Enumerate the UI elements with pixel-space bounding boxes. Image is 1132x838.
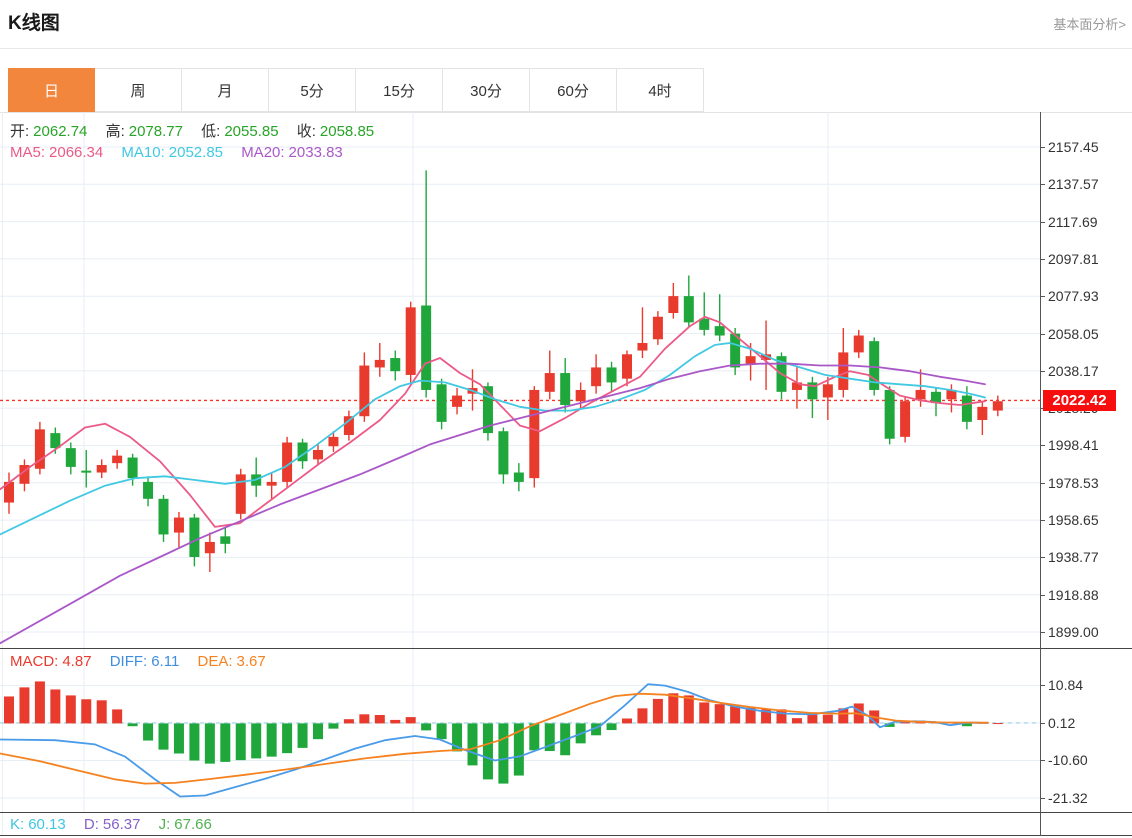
- high-value: 2078.77: [128, 123, 183, 140]
- ma5-value: 2066.34: [49, 144, 104, 161]
- macd-label: MACD:: [10, 653, 59, 670]
- period-tab-7[interactable]: 60分: [530, 68, 617, 112]
- axis-tick-label: 10.84: [1048, 677, 1084, 693]
- low-label: 低:: [201, 123, 221, 140]
- period-tab-1[interactable]: 日: [8, 68, 95, 112]
- axis-tick-label: 2077.93: [1048, 288, 1099, 304]
- ma20-value: 2033.83: [288, 144, 343, 161]
- axis-tick-label: 2097.81: [1048, 251, 1099, 267]
- page-title: K线图: [8, 13, 60, 34]
- ma-legend: MA5: 2066.34 MA10: 2052.85 MA20: 2033.83: [10, 144, 347, 161]
- axis-tick-label: 1938.77: [1048, 549, 1099, 565]
- period-tab-4[interactable]: 5分: [269, 68, 356, 112]
- dea-label: DEA:: [197, 653, 233, 670]
- kdj-legend: K: 60.13 D: 56.37 J: 67.66: [10, 816, 216, 833]
- macd-panel-top-border: [0, 648, 1132, 649]
- axis-tick-label: 2137.57: [1048, 176, 1099, 192]
- current-price-tag: 2022.42: [1043, 390, 1116, 411]
- period-tab-2[interactable]: 周: [95, 68, 182, 112]
- axis-tick-mark: [1040, 723, 1045, 724]
- y-axis-line: [1040, 112, 1041, 836]
- axis-tick-label: 1978.53: [1048, 475, 1099, 491]
- close-label: 收:: [296, 123, 316, 140]
- d-value: 56.37: [102, 816, 141, 833]
- axis-tick-label: 1958.65: [1048, 512, 1099, 528]
- kline-page: K线图 基本面分析> 日周月 5分 15分 30分 60分 4时 开: 2062.74 高:…: [0, 0, 1132, 838]
- axis-tick-label: 2157.45: [1048, 139, 1099, 155]
- d-label: D:: [83, 816, 99, 833]
- axis-tick-mark: [1040, 334, 1045, 335]
- ma10-label: MA10:: [121, 144, 165, 161]
- period-tab-5[interactable]: 15分: [356, 68, 443, 112]
- close-value: 2058.85: [319, 123, 375, 140]
- bottom-border: [0, 835, 1132, 836]
- axis-tick-mark: [1040, 259, 1045, 260]
- axis-tick-label: 2058.05: [1048, 326, 1099, 342]
- axis-tick-mark: [1040, 595, 1045, 596]
- diff-value: 6.11: [151, 653, 180, 670]
- macd-canvas[interactable]: [0, 648, 1040, 812]
- axis-tick-mark: [1040, 685, 1045, 686]
- ma20-label: MA20:: [241, 144, 285, 161]
- axis-tick-mark: [1040, 296, 1045, 297]
- header-divider: [0, 48, 1132, 49]
- axis-tick-label: 1998.41: [1048, 437, 1099, 453]
- axis-tick-mark: [1040, 798, 1045, 799]
- period-tab-8[interactable]: 4时: [617, 68, 704, 112]
- axis-tick-mark: [1040, 557, 1045, 558]
- period-tab-6[interactable]: 30分: [443, 68, 530, 112]
- macd-value: 4.87: [62, 653, 92, 670]
- high-label: 高:: [105, 123, 125, 140]
- period-tabs: 日周月 5分 15分 30分 60分 4时: [8, 68, 704, 112]
- dea-value: 3.67: [236, 653, 266, 670]
- axis-tick-mark: [1040, 760, 1045, 761]
- k-label: K:: [10, 816, 25, 833]
- open-label: 开:: [10, 123, 30, 140]
- axis-tick-mark: [1040, 632, 1045, 633]
- period-tab-3[interactable]: 月: [182, 68, 269, 112]
- axis-tick-mark: [1040, 520, 1045, 521]
- kline-canvas[interactable]: [0, 112, 1040, 648]
- axis-tick-label: -21.32: [1048, 790, 1088, 806]
- axis-tick-mark: [1040, 445, 1045, 446]
- open-value: 2062.74: [33, 123, 88, 140]
- axis-tick-mark: [1040, 147, 1045, 148]
- low-value: 2055.85: [224, 123, 279, 140]
- axis-tick-label: 0.12: [1048, 715, 1076, 731]
- macd-legend: MACD: 4.87 DIFF: 6.11 DEA: 3.67: [10, 653, 270, 670]
- axis-tick-label: -10.60: [1048, 752, 1088, 768]
- axis-tick-mark: [1040, 184, 1045, 185]
- diff-label: DIFF:: [109, 653, 148, 670]
- ma10-value: 2052.85: [168, 144, 224, 161]
- j-label: J:: [158, 816, 171, 833]
- axis-tick-label: 2117.69: [1048, 214, 1098, 230]
- axis-tick-mark: [1040, 483, 1045, 484]
- j-value: 67.66: [174, 816, 212, 833]
- fundamental-analysis-link[interactable]: 基本面分析>: [1053, 14, 1126, 33]
- axis-tick-mark: [1040, 222, 1045, 223]
- axis-tick-label: 1918.88: [1048, 587, 1099, 603]
- axis-tick-mark: [1040, 371, 1045, 372]
- axis-tick-label: 1899.00: [1048, 624, 1099, 640]
- ohlc-legend: 开: 2062.74 高: 2078.77 低: 2055.85 收: 2058.85: [10, 120, 378, 141]
- axis-tick-label: 2038.17: [1048, 363, 1099, 379]
- ma5-label: MA5:: [10, 144, 46, 161]
- kdj-panel-top-border: [0, 812, 1132, 813]
- k-value: 60.13: [28, 816, 66, 833]
